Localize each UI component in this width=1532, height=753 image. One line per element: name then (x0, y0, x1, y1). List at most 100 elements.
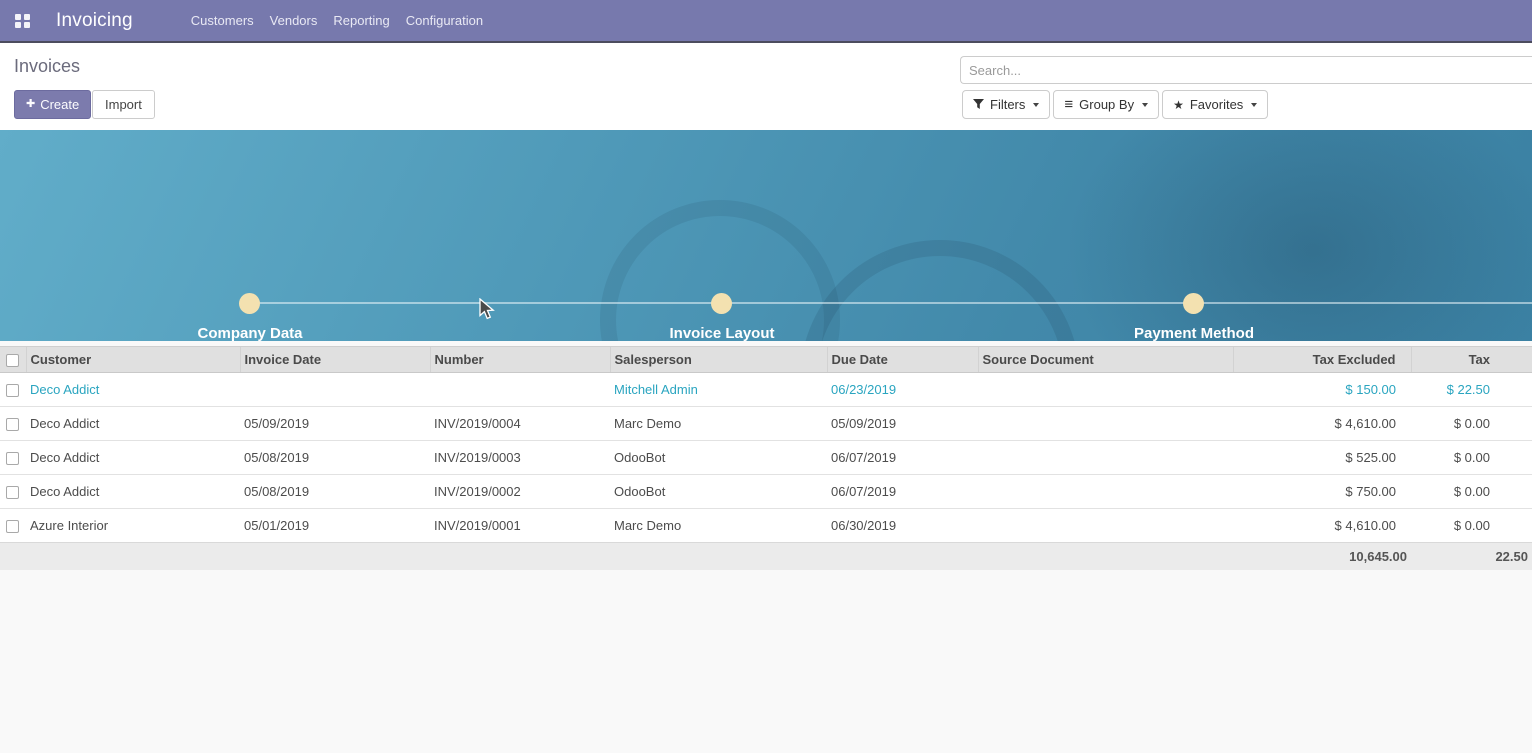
nav-item-customers[interactable]: Customers (191, 9, 254, 32)
invoice-row[interactable]: Deco Addict 05/08/2019 INV/2019/0002 Odo… (0, 475, 1532, 509)
row-select-cell (0, 509, 26, 543)
cell-number: INV/2019/0001 (430, 509, 610, 543)
cell-tax-excluded: $ 750.00 (1233, 475, 1411, 509)
cell-source-document (978, 407, 1233, 441)
cell-tax: $ 0.00 (1411, 475, 1532, 509)
row-checkbox[interactable] (6, 520, 19, 533)
cell-source-document (978, 441, 1233, 475)
cell-salesperson: Mitchell Admin (610, 373, 827, 407)
create-button[interactable]: ✚ Create (14, 90, 91, 119)
onboarding-step-dot (1183, 293, 1204, 314)
cell-tax: $ 22.50 (1411, 373, 1532, 407)
total-tax-excluded: 10,645.00 (1233, 543, 1411, 571)
select-all-checkbox[interactable] (6, 354, 19, 367)
cell-due-date: 06/23/2019 (827, 373, 978, 407)
column-header-source-document[interactable]: Source Document (978, 347, 1233, 373)
cell-invoice-date: 05/08/2019 (240, 475, 430, 509)
cell-tax: $ 0.00 (1411, 509, 1532, 543)
onboarding-timeline (250, 302, 1532, 304)
cell-number (430, 373, 610, 407)
cell-number: INV/2019/0002 (430, 475, 610, 509)
page-title: Invoices (14, 56, 80, 77)
row-checkbox[interactable] (6, 418, 19, 431)
invoice-row[interactable]: Azure Interior 05/01/2019 INV/2019/0001 … (0, 509, 1532, 543)
import-button[interactable]: Import (92, 90, 155, 119)
row-checkbox[interactable] (6, 452, 19, 465)
nav-item-reporting[interactable]: Reporting (333, 9, 389, 32)
column-header-tax[interactable]: Tax (1411, 347, 1532, 373)
row-checkbox[interactable] (6, 486, 19, 499)
main-menu: Customers Vendors Reporting Configuratio… (191, 9, 499, 32)
apps-grid-icon[interactable] (14, 13, 32, 29)
row-checkbox[interactable] (6, 384, 19, 397)
star-icon: ★ (1173, 99, 1184, 111)
onboarding-step-company-data: Company Data Set your company's data for… (130, 325, 370, 341)
column-header-customer[interactable]: Customer (26, 347, 240, 373)
cell-invoice-date: 05/01/2019 (240, 509, 430, 543)
caret-down-icon (1142, 103, 1148, 107)
onboarding-step-dot (711, 293, 732, 314)
column-header-number[interactable]: Number (430, 347, 610, 373)
favorites-button[interactable]: ★ Favorites (1162, 90, 1268, 119)
column-header-tax-excluded[interactable]: Tax Excluded (1233, 347, 1411, 373)
group-by-bars-icon: ≡ (1064, 97, 1073, 112)
nav-item-configuration[interactable]: Configuration (406, 9, 483, 32)
invoice-row[interactable]: Deco Addict Mitchell Admin 06/23/2019 $ … (0, 373, 1532, 407)
total-tax: 22.50 (1411, 543, 1532, 571)
row-select-cell (0, 407, 26, 441)
cell-customer: Deco Addict (26, 407, 240, 441)
caret-down-icon (1251, 103, 1257, 107)
cell-number: INV/2019/0004 (430, 407, 610, 441)
banner-background-decor (1032, 130, 1532, 341)
cell-invoice-date (240, 373, 430, 407)
cell-tax: $ 0.00 (1411, 407, 1532, 441)
cell-tax-excluded: $ 4,610.00 (1233, 509, 1411, 543)
app-name[interactable]: Invoicing (56, 10, 133, 32)
search-filter-bar: Filters ≡ Group By ★ Favorites (962, 90, 1268, 119)
cell-tax-excluded: $ 4,610.00 (1233, 407, 1411, 441)
nav-item-vendors[interactable]: Vendors (270, 9, 318, 32)
cell-customer: Deco Addict (26, 373, 240, 407)
onboarding-banner: Company Data Set your company's data for… (0, 130, 1532, 341)
cell-salesperson: OdooBot (610, 475, 827, 509)
cell-invoice-date: 05/08/2019 (240, 441, 430, 475)
table-header-row: Customer Invoice Date Number Salesperson… (0, 347, 1532, 373)
step-title: Invoice Layout (602, 325, 842, 341)
step-title: Company Data (130, 325, 370, 341)
cell-due-date: 06/30/2019 (827, 509, 978, 543)
cell-invoice-date: 05/09/2019 (240, 407, 430, 441)
cell-salesperson: Marc Demo (610, 509, 827, 543)
filter-funnel-icon (973, 99, 984, 110)
invoice-row[interactable]: Deco Addict 05/09/2019 INV/2019/0004 Mar… (0, 407, 1532, 441)
invoice-row[interactable]: Deco Addict 05/08/2019 INV/2019/0003 Odo… (0, 441, 1532, 475)
cell-due-date: 06/07/2019 (827, 475, 978, 509)
cell-tax-excluded: $ 150.00 (1233, 373, 1411, 407)
search-input[interactable] (960, 56, 1532, 84)
row-select-cell (0, 373, 26, 407)
top-navbar: Invoicing Customers Vendors Reporting Co… (0, 0, 1532, 43)
group-by-button[interactable]: ≡ Group By (1053, 90, 1159, 119)
cell-salesperson: OdooBot (610, 441, 827, 475)
filters-button[interactable]: Filters (962, 90, 1050, 119)
column-header-due-date[interactable]: Due Date (827, 347, 978, 373)
cell-source-document (978, 475, 1233, 509)
banner-background-ring (600, 200, 840, 341)
cell-customer: Deco Addict (26, 475, 240, 509)
invoice-list-table: Customer Invoice Date Number Salesperson… (0, 346, 1532, 570)
caret-down-icon (1033, 103, 1039, 107)
column-header-invoice-date[interactable]: Invoice Date (240, 347, 430, 373)
select-all-cell (0, 347, 26, 373)
cell-source-document (978, 373, 1233, 407)
cell-number: INV/2019/0003 (430, 441, 610, 475)
cell-tax-excluded: $ 525.00 (1233, 441, 1411, 475)
totals-row: 10,645.00 22.50 (0, 543, 1532, 571)
cell-customer: Deco Addict (26, 441, 240, 475)
cell-tax: $ 0.00 (1411, 441, 1532, 475)
plus-icon: ✚ (26, 99, 35, 110)
step-title: Payment Method (1074, 325, 1314, 341)
cell-due-date: 06/07/2019 (827, 441, 978, 475)
cell-salesperson: Marc Demo (610, 407, 827, 441)
column-header-salesperson[interactable]: Salesperson (610, 347, 827, 373)
row-select-cell (0, 475, 26, 509)
control-panel: Invoices ✚ Create Import Filters ≡ Group… (0, 43, 1532, 130)
